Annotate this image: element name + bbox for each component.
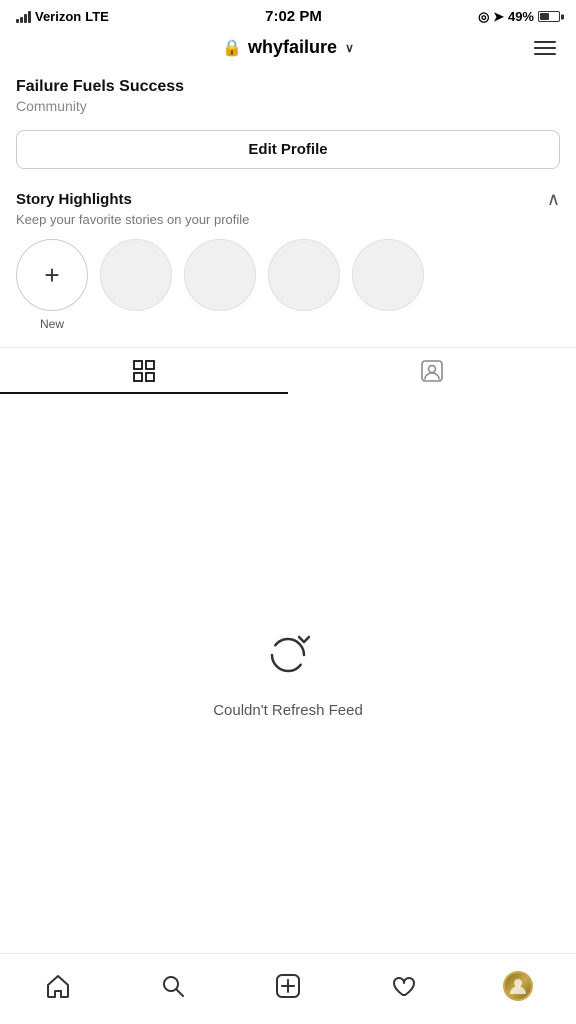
chevron-down-icon: ∨ (345, 41, 354, 55)
nav-profile[interactable] (496, 964, 540, 1008)
highlight-item-3 (268, 239, 340, 331)
location-icon: ◎ ➤ (478, 9, 504, 25)
nav-home[interactable] (36, 964, 80, 1008)
hamburger-button[interactable] (530, 37, 560, 59)
battery-icon (538, 11, 560, 22)
heart-icon (390, 973, 416, 999)
highlight-item-4 (352, 239, 424, 331)
avatar-image (505, 973, 531, 999)
highlight-item-2 (184, 239, 256, 331)
hamburger-line-2 (534, 47, 556, 49)
content-area: Couldn't Refresh Feed (0, 394, 576, 953)
nav-activity[interactable] (381, 964, 425, 1008)
highlight-circle-1 (100, 239, 172, 311)
highlights-subtitle: Keep your favorite stories on your profi… (16, 212, 560, 227)
hamburger-line-3 (534, 53, 556, 55)
avatar (503, 971, 533, 1001)
nav-add[interactable] (266, 964, 310, 1008)
highlight-new-item[interactable]: + New (16, 239, 88, 331)
tab-grid[interactable] (0, 348, 288, 394)
time-label: 7:02 PM (265, 8, 322, 25)
highlight-circle-4 (352, 239, 424, 311)
profile-info: Failure Fuels Success Community (0, 66, 576, 122)
lock-icon: 🔒 (222, 38, 242, 58)
battery-percent: 49% (508, 9, 534, 24)
profile-tabs (0, 347, 576, 394)
signal-bars (16, 11, 31, 23)
highlights-title: Story Highlights (16, 191, 132, 208)
plus-icon: + (44, 260, 59, 291)
highlight-circle-2 (184, 239, 256, 311)
highlight-new-circle[interactable]: + (16, 239, 88, 311)
add-icon (275, 973, 301, 999)
status-right: ◎ ➤ 49% (478, 9, 560, 25)
grid-icon (133, 360, 155, 382)
refresh-icon (262, 629, 314, 681)
profile-name: Failure Fuels Success (16, 78, 560, 96)
status-left: Verizon LTE (16, 9, 109, 24)
carrier-label: Verizon (35, 9, 81, 24)
header: 🔒 whyfailure ∨ (0, 29, 576, 66)
refresh-icon-wrap (262, 629, 314, 686)
highlight-circle-3 (268, 239, 340, 311)
tab-tagged[interactable] (288, 348, 576, 394)
highlight-new-label: New (40, 317, 64, 331)
highlights-list: + New (16, 239, 560, 347)
profile-category: Community (16, 98, 560, 114)
username-display[interactable]: 🔒 whyfailure ∨ (222, 37, 354, 58)
home-icon (45, 973, 71, 999)
highlights-header: Story Highlights ∧ (16, 189, 560, 210)
username-label: whyfailure (248, 37, 337, 58)
nav-search[interactable] (151, 964, 195, 1008)
tagged-icon (421, 360, 443, 382)
network-label: LTE (85, 9, 109, 24)
highlights-collapse-icon[interactable]: ∧ (547, 189, 560, 210)
status-bar: Verizon LTE 7:02 PM ◎ ➤ 49% (0, 0, 576, 29)
bottom-nav (0, 953, 576, 1024)
highlight-item-1 (100, 239, 172, 331)
edit-profile-button[interactable]: Edit Profile (16, 130, 560, 169)
error-text: Couldn't Refresh Feed (213, 702, 363, 719)
hamburger-line-1 (534, 41, 556, 43)
story-highlights-section: Story Highlights ∧ Keep your favorite st… (0, 177, 576, 347)
search-icon (160, 973, 186, 999)
